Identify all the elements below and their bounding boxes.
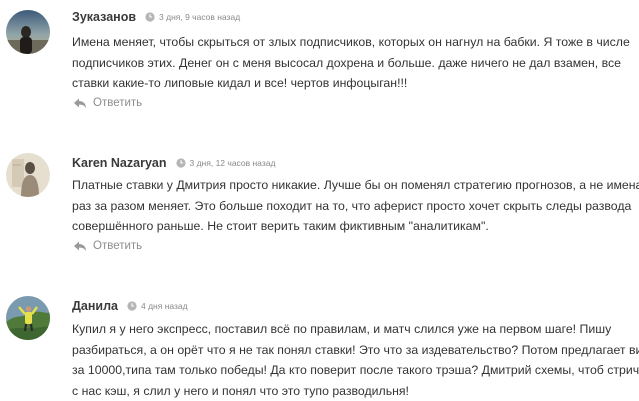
reply-icon bbox=[74, 241, 86, 251]
avatar[interactable] bbox=[6, 10, 50, 54]
comment-item: Karen Nazaryan 3 дня, 12 часов назад Пла… bbox=[0, 128, 639, 266]
author-name: Данила bbox=[72, 299, 118, 313]
reply-button[interactable]: Ответить bbox=[73, 240, 142, 252]
avatar[interactable] bbox=[6, 153, 50, 197]
comment-text: Купил я у него экспресс, поставил всё по… bbox=[72, 322, 639, 398]
comment-text: Платные ставки у Дмитрия просто никакие.… bbox=[72, 178, 639, 233]
comment-item: Данила 4 дня назад Купил я у него экспре… bbox=[0, 266, 639, 400]
comment-date: 4 дня назад bbox=[140, 301, 188, 311]
comment-item: Зуказанов 3 дня, 9 часов назад Имена мен… bbox=[0, 0, 639, 128]
clock-icon bbox=[145, 12, 155, 22]
clock-icon bbox=[127, 301, 137, 311]
comment-text: Имена меняет, чтобы скрыться от злых под… bbox=[72, 35, 630, 90]
reply-icon bbox=[74, 98, 86, 108]
author-name: Karen Nazaryan bbox=[72, 156, 167, 170]
comment-date: 3 дня, 12 часов назад bbox=[189, 158, 276, 168]
avatar[interactable] bbox=[6, 296, 50, 340]
reply-label: Ответить bbox=[93, 97, 143, 109]
comment-date: 3 дня, 9 часов назад bbox=[159, 12, 241, 22]
reply-label: Ответить bbox=[93, 240, 143, 252]
clock-icon bbox=[175, 158, 186, 168]
author-name: Зуказанов bbox=[72, 10, 137, 24]
reply-button[interactable]: Ответить bbox=[73, 97, 142, 109]
